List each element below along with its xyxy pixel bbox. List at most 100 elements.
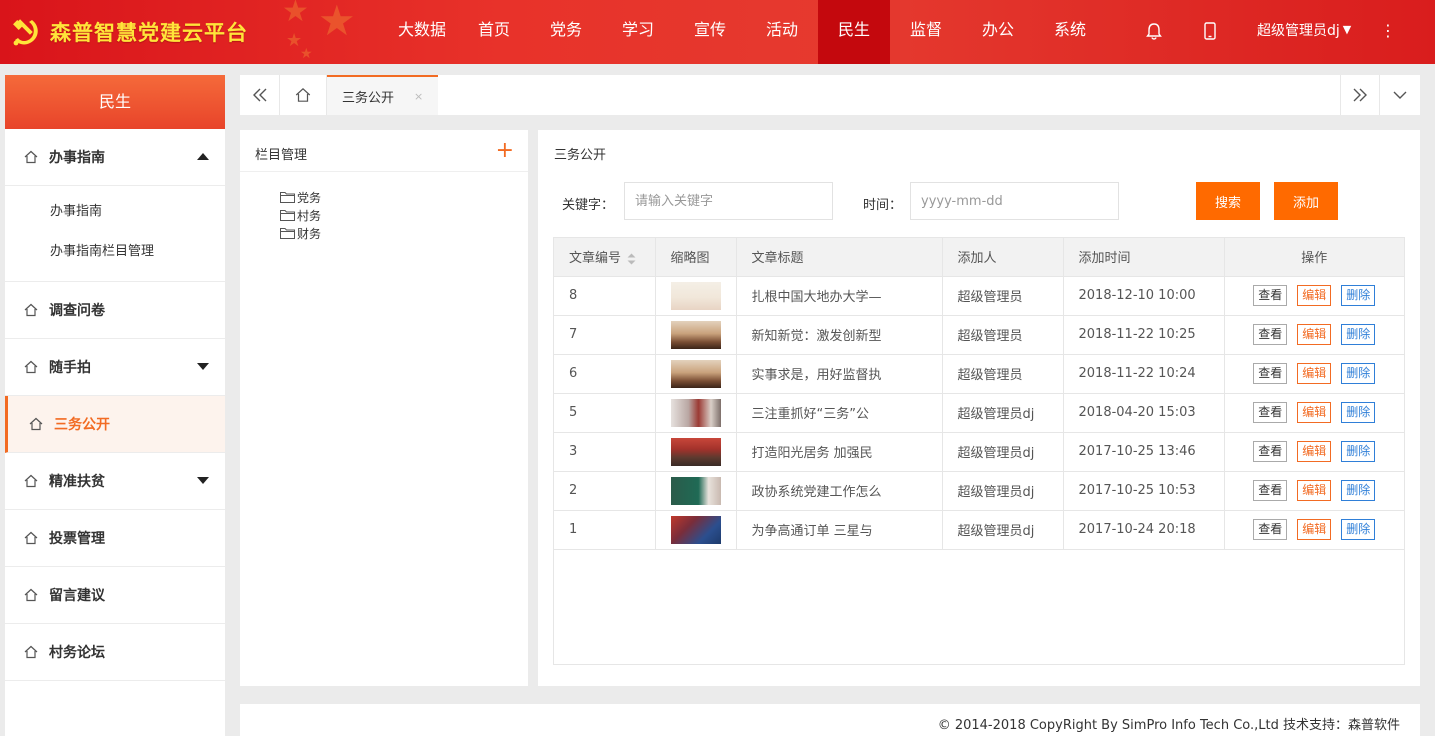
- cell-article-id: 3: [554, 432, 656, 472]
- view-button[interactable]: 查看: [1253, 402, 1288, 423]
- sidebar-item-suggestions[interactable]: 留言建议: [5, 567, 225, 624]
- nav-item-supervision[interactable]: 监督: [890, 0, 962, 64]
- article-thumbnail-image[interactable]: [670, 320, 721, 349]
- cell-article-title[interactable]: 新知新觉：激发创新型: [736, 315, 943, 355]
- tab-three-affairs[interactable]: 三务公开 ×: [327, 75, 438, 115]
- sort-icon[interactable]: [627, 253, 636, 265]
- sidebar-subitem-service-guide[interactable]: 办事指南: [5, 192, 225, 232]
- cell-article-title[interactable]: 为争高通订单 三星与: [736, 510, 943, 550]
- cell-article-title[interactable]: 实事求是，用好监督执: [736, 354, 943, 394]
- search-button[interactable]: 搜索: [1196, 182, 1260, 220]
- edit-button[interactable]: 编辑: [1297, 363, 1332, 384]
- column-header-id[interactable]: 文章编号: [554, 238, 656, 277]
- tree-node-party-affairs[interactable]: 党务: [280, 188, 528, 206]
- article-thumbnail-image[interactable]: [670, 281, 721, 310]
- caret-up-icon: [197, 153, 209, 160]
- nav-item-study[interactable]: 学习: [602, 0, 674, 64]
- view-button[interactable]: 查看: [1253, 285, 1288, 306]
- edit-button[interactable]: 编辑: [1297, 441, 1332, 462]
- tabs-menu-button[interactable]: [1380, 75, 1420, 115]
- time-label: 时间：: [863, 198, 903, 213]
- hammer-sickle-icon: [13, 19, 38, 46]
- bell-icon[interactable]: [1144, 21, 1164, 41]
- sidebar-item-poverty-relief[interactable]: 精准扶贫: [5, 453, 225, 510]
- nav-item-publicity[interactable]: 宣传: [674, 0, 746, 64]
- cell-actions: 查看 编辑 删除: [1224, 432, 1404, 472]
- delete-button[interactable]: 删除: [1341, 441, 1376, 462]
- articles-table-container: 文章编号 缩略图 文章标题 添加人 添加时间 操作 8 扎根中国大地办大学— 超级管…: [553, 237, 1405, 665]
- tab-bar: 三务公开 ×: [240, 75, 1420, 115]
- sidebar-item-service-guide[interactable]: 办事指南: [5, 129, 225, 186]
- tabs-scroll-left-button[interactable]: [240, 75, 280, 115]
- cell-added-time: 2017-10-25 13:46: [1063, 432, 1225, 472]
- sidebar-item-survey[interactable]: 调查问卷: [5, 282, 225, 339]
- sidebar-item-three-affairs[interactable]: 三务公开: [5, 396, 225, 453]
- more-vertical-icon[interactable]: ⋮: [1380, 21, 1396, 41]
- tree-node-finance[interactable]: 财务: [280, 224, 528, 242]
- view-button[interactable]: 查看: [1253, 480, 1288, 501]
- delete-button[interactable]: 删除: [1341, 480, 1376, 501]
- view-button[interactable]: 查看: [1253, 441, 1288, 462]
- article-thumbnail-image[interactable]: [670, 437, 721, 466]
- tree-node-village-affairs[interactable]: 村务: [280, 206, 528, 224]
- article-thumbnail-image[interactable]: [670, 476, 721, 505]
- edit-button[interactable]: 编辑: [1297, 519, 1332, 540]
- cell-article-title[interactable]: 扎根中国大地办大学—: [736, 276, 943, 316]
- close-icon[interactable]: ×: [414, 90, 423, 103]
- sidebar-item-label: 调查问卷: [49, 303, 105, 319]
- article-thumbnail-image[interactable]: [670, 398, 721, 427]
- view-button[interactable]: 查看: [1253, 363, 1288, 384]
- top-header: ★ ★ ★ ★ 森普智慧党建云平台 大数据 首页 党务 学习 宣传 活动 民生 …: [0, 0, 1435, 64]
- sidebar-item-snapshot[interactable]: 随手拍: [5, 339, 225, 396]
- article-thumbnail-image[interactable]: [670, 359, 721, 388]
- nav-item-office[interactable]: 办公: [962, 0, 1034, 64]
- view-button[interactable]: 查看: [1253, 324, 1288, 345]
- edit-button[interactable]: 编辑: [1297, 480, 1332, 501]
- edit-button[interactable]: 编辑: [1297, 285, 1332, 306]
- cell-author: 超级管理员: [942, 315, 1064, 355]
- nav-item-bigdata[interactable]: 大数据: [386, 0, 458, 64]
- chevron-down-icon: [1393, 91, 1407, 99]
- cell-article-title[interactable]: 打造阳光居务 加强民: [736, 432, 943, 472]
- nav-item-home[interactable]: 首页: [458, 0, 530, 64]
- add-button[interactable]: 添加: [1274, 182, 1338, 220]
- keyword-label: 关键字：: [562, 198, 615, 213]
- tabs-scroll-right-button[interactable]: [1340, 75, 1380, 115]
- caret-down-icon: [197, 363, 209, 370]
- edit-button[interactable]: 编辑: [1297, 324, 1332, 345]
- sidebar-subitem-guide-category[interactable]: 办事指南栏目管理: [5, 232, 225, 272]
- nav-item-system[interactable]: 系统: [1034, 0, 1106, 64]
- delete-button[interactable]: 删除: [1341, 402, 1376, 423]
- view-button[interactable]: 查看: [1253, 519, 1288, 540]
- sidebar-item-voting[interactable]: 投票管理: [5, 510, 225, 567]
- cell-article-title[interactable]: 三注重抓好“三务”公: [736, 393, 943, 433]
- cell-author: 超级管理员dj: [942, 471, 1064, 511]
- cell-article-id: 7: [554, 315, 656, 355]
- tab-home-button[interactable]: [280, 75, 327, 115]
- category-panel-header: 栏目管理 +: [240, 130, 528, 172]
- delete-button[interactable]: 删除: [1341, 519, 1376, 540]
- add-category-button[interactable]: +: [496, 139, 514, 163]
- tree-node-label: 财务: [297, 226, 322, 241]
- logo[interactable]: 森普智慧党建云平台: [10, 12, 248, 52]
- delete-button[interactable]: 删除: [1341, 285, 1376, 306]
- mobile-icon[interactable]: [1200, 21, 1220, 41]
- edit-button[interactable]: 编辑: [1297, 402, 1332, 423]
- article-thumbnail-image[interactable]: [670, 515, 721, 544]
- cell-added-time: 2017-10-25 10:53: [1063, 471, 1225, 511]
- nav-item-activity[interactable]: 活动: [746, 0, 818, 64]
- sidebar-title: 民生: [5, 75, 225, 129]
- cell-article-title[interactable]: 政协系统党建工作怎么: [736, 471, 943, 511]
- delete-button[interactable]: 删除: [1341, 324, 1376, 345]
- date-input[interactable]: [910, 182, 1119, 220]
- table-row: 1 为争高通订单 三星与 超级管理员dj 2017-10-24 20:18 查看 编辑 删除: [554, 510, 1404, 550]
- cell-thumbnail: [655, 432, 737, 472]
- sidebar-item-village-forum[interactable]: 村务论坛: [5, 624, 225, 681]
- user-menu[interactable]: 超级管理员dj ▼: [1257, 20, 1351, 40]
- delete-button[interactable]: 删除: [1341, 363, 1376, 384]
- articles-table-body: 8 扎根中国大地办大学— 超级管理员 2018-12-10 10:00 查看 编辑 删除 7 新…: [554, 276, 1404, 550]
- nav-item-livelihood[interactable]: 民生: [818, 0, 890, 64]
- cell-author: 超级管理员: [942, 276, 1064, 316]
- nav-item-party-affairs[interactable]: 党务: [530, 0, 602, 64]
- keyword-input[interactable]: [624, 182, 833, 220]
